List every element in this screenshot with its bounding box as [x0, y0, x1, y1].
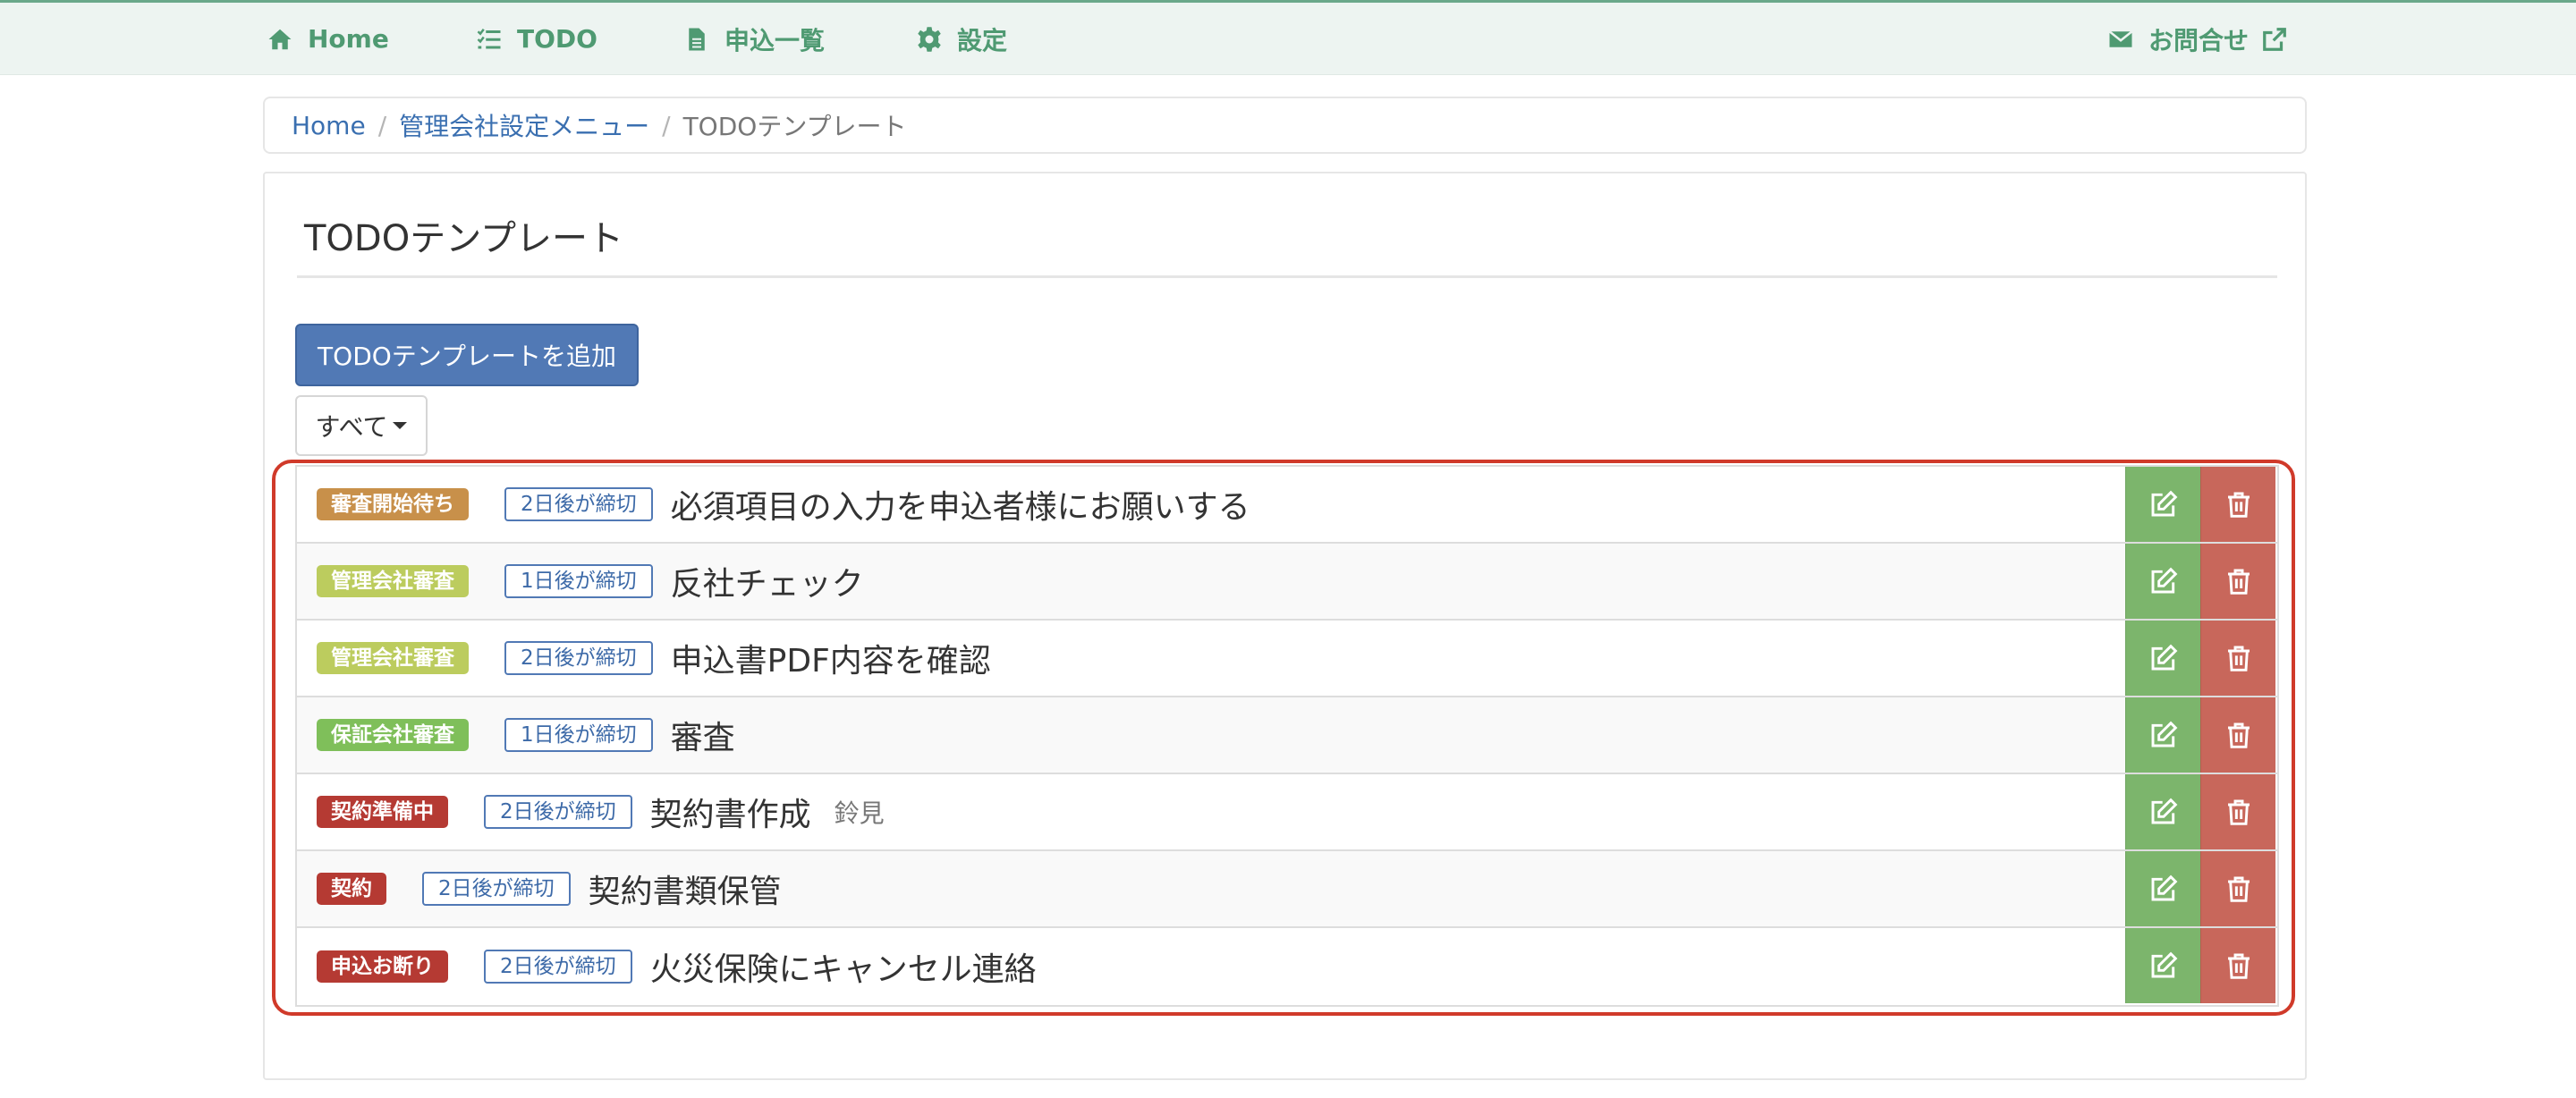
document-icon [689, 28, 705, 50]
page-title: TODOテンプレート [304, 218, 624, 259]
checklist-icon [477, 28, 501, 48]
deadline-tag: 1日後が締切 [504, 564, 653, 598]
nav-settings-label: 設定 [957, 25, 1008, 55]
delete-button[interactable] [2200, 774, 2275, 849]
edit-icon [2151, 874, 2177, 901]
trash-icon [2227, 569, 2250, 595]
status-badge: 契約準備中 [317, 796, 448, 828]
add-todo-template-button[interactable]: TODOテンプレートを追加 [295, 324, 639, 386]
status-badge: 管理会社審査 [317, 565, 469, 597]
status-badge: 申込お断り [317, 950, 448, 983]
edit-button[interactable] [2125, 621, 2200, 696]
status-filter-label: すべて [315, 412, 388, 442]
task-title: 審査 [670, 720, 735, 756]
edit-icon [2151, 490, 2177, 517]
breadcrumb-separator: / [377, 110, 387, 140]
delete-button[interactable] [2200, 621, 2275, 696]
nav-todo-link[interactable]: TODO [476, 3, 597, 75]
task-title: 申込書PDF内容を確認 [670, 643, 991, 680]
edit-button[interactable] [2125, 928, 2200, 1003]
deadline-tag: 2日後が締切 [504, 487, 653, 521]
status-filter-dropdown[interactable]: すべて [295, 395, 428, 456]
edit-icon [2151, 721, 2177, 747]
edit-button[interactable] [2125, 467, 2200, 542]
external-link-icon [2263, 27, 2286, 51]
edit-icon [2151, 951, 2177, 978]
status-badge: 契約 [317, 873, 386, 905]
nav-home-link[interactable]: Home [267, 3, 389, 75]
trash-icon [2227, 492, 2250, 518]
todo-row: 管理会社審査 1日後が締切 反社チェック [297, 544, 2277, 621]
caret-down-icon [393, 422, 408, 429]
edit-icon [2151, 567, 2177, 594]
edit-button[interactable] [2125, 697, 2200, 773]
delete-button[interactable] [2200, 928, 2275, 1003]
breadcrumb-separator: / [662, 110, 671, 140]
task-title: 必須項目の入力を申込者様にお願いする [670, 489, 1250, 526]
status-badge: 保証会社審査 [317, 719, 469, 751]
nav-todo-label: TODO [517, 24, 597, 54]
edit-button[interactable] [2125, 774, 2200, 849]
edit-icon [2151, 644, 2177, 671]
trash-icon [2227, 953, 2250, 979]
todo-row: 管理会社審査 2日後が締切 申込書PDF内容を確認 [297, 621, 2277, 697]
delete-button[interactable] [2200, 697, 2275, 773]
task-title: 契約書作成 [649, 797, 811, 833]
edit-button[interactable] [2125, 851, 2200, 926]
deadline-tag: 2日後が締切 [484, 795, 632, 829]
nav-contact-label: お問合せ [2148, 25, 2250, 55]
deadline-tag: 1日後が締切 [504, 718, 653, 752]
trash-icon [2227, 646, 2250, 671]
task-title: 反社チェック [670, 566, 864, 603]
delete-button[interactable] [2200, 544, 2275, 619]
assignee-name: 鈴見 [834, 798, 885, 828]
envelope-icon [2108, 30, 2133, 47]
breadcrumb-home-link[interactable]: Home [292, 111, 366, 140]
nav-home-label: Home [308, 24, 389, 54]
todo-row: 審査開始待ち 2日後が締切 必須項目の入力を申込者様にお願いする [297, 467, 2277, 544]
nav-applications-link[interactable]: 申込一覧 [683, 3, 825, 75]
todo-row: 保証会社審査 1日後が締切 審査 [297, 697, 2277, 774]
trash-icon [2227, 722, 2250, 748]
delete-button[interactable] [2200, 851, 2275, 926]
todo-row: 契約 2日後が締切 契約書類保管 [297, 851, 2277, 928]
deadline-tag: 2日後が締切 [422, 872, 571, 906]
task-title: 火災保険にキャンセル連絡 [649, 951, 1037, 988]
nav-contact-link[interactable]: お問合せ [2107, 3, 2288, 75]
edit-button[interactable] [2125, 544, 2200, 619]
breadcrumb-current: TODOテンプレート [682, 112, 907, 141]
todo-row: 申込お断り 2日後が締切 火災保険にキャンセル連絡 [297, 928, 2277, 1005]
delete-button[interactable] [2200, 467, 2275, 542]
todo-template-list: 審査開始待ち 2日後が締切 必須項目の入力を申込者様にお願いする 管理会社審査 … [295, 465, 2279, 1007]
title-divider [297, 275, 2277, 278]
breadcrumb: Home / 管理会社設定メニュー / TODOテンプレート [263, 97, 2307, 154]
task-title: 契約書類保管 [588, 874, 782, 910]
status-badge: 審査開始待ち [317, 488, 469, 520]
deadline-tag: 2日後が締切 [484, 950, 632, 984]
gear-icon [918, 26, 941, 52]
nav-settings-link[interactable]: 設定 [916, 3, 1007, 75]
deadline-tag: 2日後が締切 [504, 641, 653, 675]
top-navbar: Home TODO 申込一覧 設定 お問合せ [0, 0, 2576, 75]
todo-row: 契約準備中 2日後が締切 契約書作成 鈴見 [297, 774, 2277, 851]
trash-icon [2227, 876, 2250, 902]
home-icon [268, 29, 292, 49]
status-badge: 管理会社審査 [317, 642, 469, 674]
breadcrumb-settings-menu-link[interactable]: 管理会社設定メニュー [399, 107, 649, 143]
main-panel: TODOテンプレート TODOテンプレートを追加 すべて 審査開始待ち 2日後が… [263, 172, 2307, 1080]
edit-icon [2151, 798, 2177, 824]
nav-applications-label: 申込一覧 [724, 25, 826, 55]
trash-icon [2227, 799, 2250, 825]
